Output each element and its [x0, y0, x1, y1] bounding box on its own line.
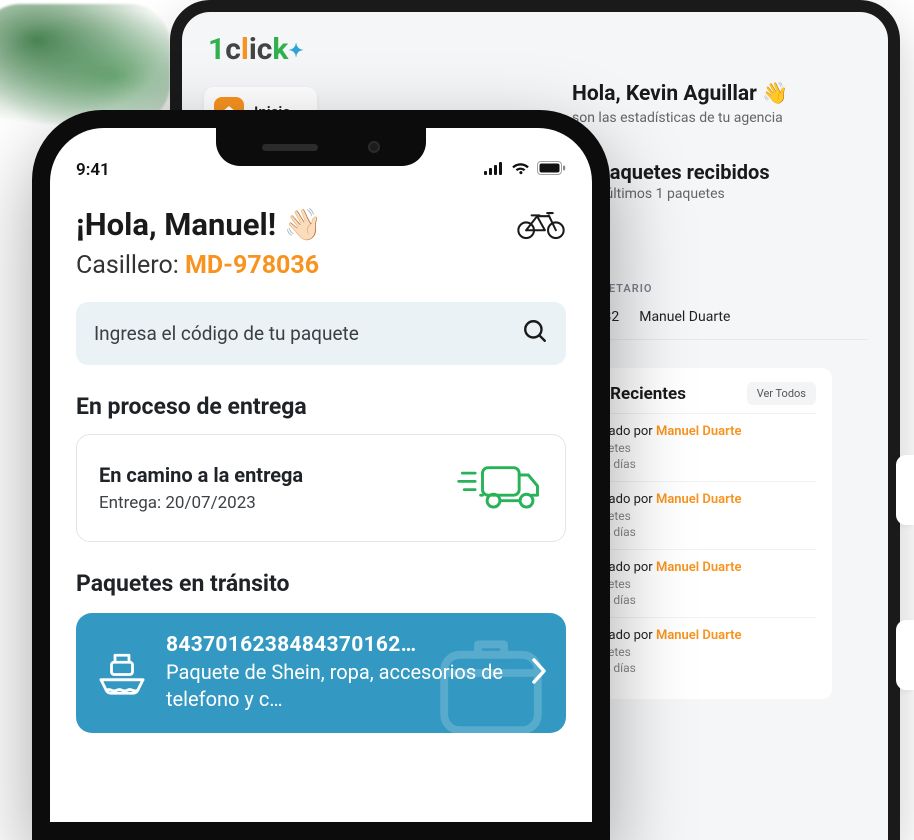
row-owner: Manuel Duarte [639, 309, 730, 325]
wifi-icon [511, 160, 530, 180]
search-input[interactable]: Ingresa el código de tu paquete [76, 302, 566, 365]
table-row[interactable]: 768132 Manuel Duarte [572, 309, 868, 340]
list-item[interactable]: licitado por Manuel Duarte aquetes ce 4 … [588, 617, 816, 685]
status-time: 9:41 [76, 160, 110, 180]
brand-logo: 1click✦ [204, 26, 308, 73]
list-item[interactable]: licitado por Manuel Duarte aquetes ce 4 … [588, 549, 816, 617]
recent-user: Manuel Duarte [656, 560, 742, 575]
delivery-card[interactable]: En camino a la entrega Entrega: 20/07/20… [76, 434, 566, 542]
transit-section-title: Paquetes en tránsito [76, 570, 566, 597]
battery-icon [537, 160, 566, 180]
delivery-section-title: En proceso de entrega [76, 393, 566, 420]
transit-card[interactable]: 8437016238484370162… Paquete de Shein, r… [76, 613, 566, 733]
truck-icon [455, 457, 543, 519]
delivery-date: Entrega: 20/07/2023 [99, 493, 303, 513]
received-sub: o los últimos 1 paquetes [572, 186, 868, 202]
ship-icon [94, 643, 150, 703]
list-item[interactable]: licitado por Manuel Duarte aquetes ce 4 … [588, 481, 816, 549]
search-icon [522, 318, 548, 349]
box-watermark-icon [426, 621, 556, 733]
decorative-blob [0, 4, 170, 124]
recent-user: Manuel Duarte [656, 628, 742, 643]
delivery-status: En camino a la entrega [99, 463, 303, 487]
bicycle-icon[interactable] [516, 206, 566, 246]
offscreen-card-peek [896, 455, 914, 525]
tablet-greeting: Hola, Kevin Aguillar 👋 [572, 82, 868, 106]
offscreen-card-peek [896, 620, 914, 690]
search-placeholder: Ingresa el código de tu paquete [94, 322, 359, 345]
recent-user: Manuel Duarte [656, 492, 742, 507]
view-all-button[interactable]: Ver Todos [747, 382, 816, 405]
recent-card: es Recientes Ver Todos licitado por Manu… [572, 368, 832, 699]
phone-frame: 9:41 ¡Hola, Manuel! 👋🏻 Casillero: [32, 110, 610, 840]
phone-greeting: ¡Hola, Manuel! 👋🏻 [76, 206, 322, 243]
cellular-icon [484, 160, 504, 180]
locker-label: Casillero: [76, 251, 179, 280]
received-title: os paquetes recibidos [572, 160, 868, 184]
phone-notch [216, 128, 426, 166]
owner-column-header: PROPIETARIO [572, 282, 868, 295]
locker-row: Casillero: MD-978036 [76, 251, 322, 280]
recent-user: Manuel Duarte [656, 424, 742, 439]
list-item[interactable]: licitado por Manuel Duarte aquetes ce 4 … [588, 413, 816, 481]
locker-code: MD-978036 [185, 251, 319, 280]
tablet-greeting-sub: son las estadísticas de tu agencia [572, 110, 868, 126]
